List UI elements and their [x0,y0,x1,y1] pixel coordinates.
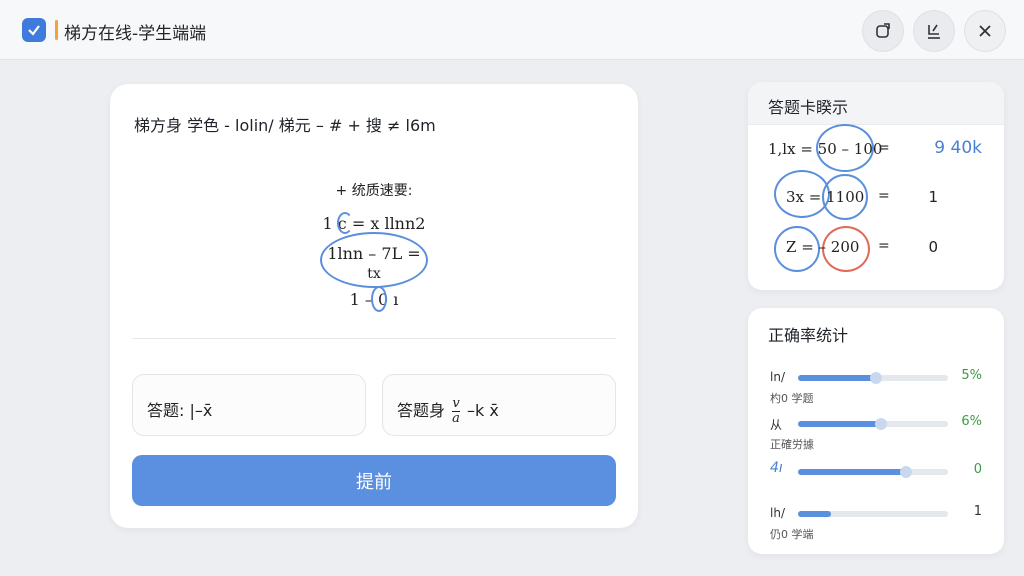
accuracy-bar [798,466,948,478]
answer-field-2[interactable]: 答题身 v a –k x̄ [382,374,616,436]
accuracy-bar-knob [874,418,887,430]
accuracy-value: 6% [961,414,982,429]
accuracy-bar-fill [798,469,906,475]
answer-2-value: –k x̄ [466,401,499,420]
accuracy-row: 4ı 0 [748,460,1004,510]
accuracy-row: lh/ 仍0 学端 1 [748,504,1004,552]
accuracy-label: lh/ [770,506,785,520]
answer-2-numerator: v [452,396,460,412]
accuracy-bar-knob [900,466,912,478]
answer-card-eq: = [878,238,890,254]
pin-icon [928,24,940,39]
question-heading: 梯方身 学色 - lolin/ 梯元 – # + 搜 ≠ l6m [134,116,436,135]
answer-card-eq: = [878,188,890,204]
answer-card-title: 答题卡睽示 [748,82,1004,125]
answer-card-value: 9 40k [934,138,982,158]
accuracy-sublabel: 杓0 学题 [770,392,814,405]
pin-button[interactable] [913,10,955,52]
answer-card-row[interactable]: 3x = 1100 = 1 [748,170,1004,220]
accuracy-title: 正确率统计 [768,326,849,345]
title-accent-bar [55,20,58,40]
question-panel: 梯方身 学色 - lolin/ 梯元 – # + 搜 ≠ l6m + 统质速要:… [110,84,638,528]
answer-1-value: |–x̄ [189,401,213,420]
accuracy-sublabel: 正確労據 [770,438,814,451]
question-line-1: 1 c = x llnn2 [322,214,426,233]
divider [132,338,616,339]
accuracy-label: ln/ [770,370,785,384]
close-icon [979,25,991,37]
title-bar: 梯方在线-学生端端 [0,0,1024,60]
annotation-arc [337,212,353,234]
accuracy-row: 从 正確労據 6% [748,414,1004,462]
submit-button[interactable]: 提前 [132,455,616,506]
accuracy-value: 5% [961,368,982,383]
annotation-circle [371,286,387,312]
accuracy-bar [798,372,948,384]
accuracy-label: 从 [770,418,783,432]
accuracy-bar-knob [870,372,882,384]
answer-card-eq: = [878,140,890,156]
answer-card-value: 0 [928,238,938,256]
export-icon [876,23,890,38]
accuracy-bar-fill [798,375,876,381]
accuracy-sublabel: 仍0 学端 [770,528,814,541]
answer-card-value: 1 [928,188,938,206]
accuracy-bar [798,511,948,517]
answer-card-expr: 3x = 1100 [786,188,865,206]
accuracy-row: ln/ 杓0 学题 5% [748,368,1004,416]
accuracy-value: 1 [973,504,982,519]
annotation-ellipse [320,232,428,288]
accuracy-label: 4ı [770,460,783,476]
app-title: 梯方在线-学生端端 [64,24,207,44]
accuracy-panel: 正确率统计 ln/ 杓0 学题 5% 从 正確労據 6% 4ı 0 lh/ 仍0… [748,308,1004,554]
answer-card-panel: 答题卡睽示 1,lx = 50 – 100 = 9 40k 3x = 1100 … [748,82,1004,290]
answer-field-1[interactable]: 答题: |–x̄ [132,374,366,436]
accuracy-value: 0 [973,462,982,477]
answer-card-expr: Z = – 200 [786,238,860,256]
close-button[interactable] [964,10,1006,52]
checkbox-icon [22,18,46,42]
answer-2-label: 答题身 [397,401,446,420]
answer-1-label: 答题: [147,401,185,420]
answer-card-row[interactable]: 1,lx = 50 – 100 = 9 40k [748,124,1004,172]
accuracy-bar [798,418,948,430]
question-subtitle: + 统质速要: [335,183,413,199]
export-button[interactable] [862,10,904,52]
answer-2-denominator: a [452,411,460,426]
answer-card-row[interactable]: Z = – 200 = 0 [748,226,1004,272]
answer-card-expr: 1,lx = 50 – 100 [768,140,883,158]
accuracy-bar-fill [798,511,831,517]
accuracy-bar-fill [798,421,881,427]
